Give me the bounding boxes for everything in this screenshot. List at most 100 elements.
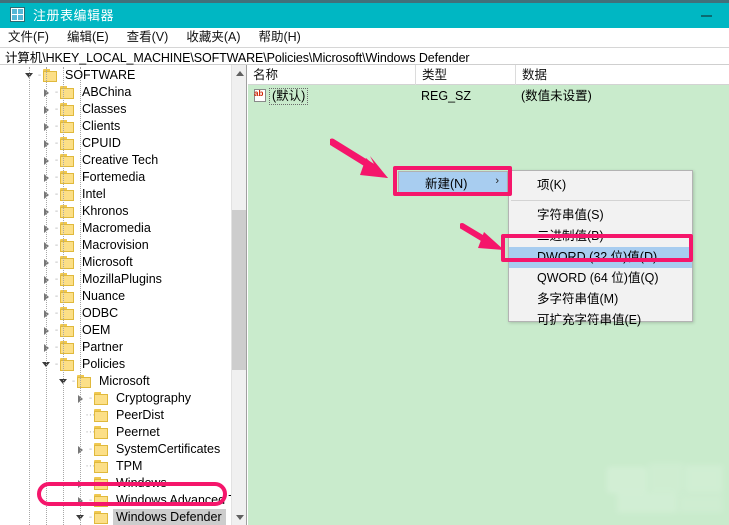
column-header-name[interactable]: 名称 [248,65,415,85]
submenu-item-6[interactable]: 可扩充字符串值(E) [509,310,692,331]
folder-icon [94,494,109,507]
tree-item-systemcertificates[interactable]: -SystemCertificates [0,441,232,458]
tree-item-label: Windows [113,475,170,492]
tree-item-cryptography[interactable]: -Cryptography [0,390,232,407]
submenu-item-1[interactable]: 字符串值(S) [509,205,692,226]
tree-item-windows[interactable]: - Windows [0,475,232,492]
folder-icon [94,460,109,473]
tree-connector: - [53,237,60,254]
window-title: 注册表编辑器 [33,5,114,24]
tree-connector: - [53,271,60,288]
context-menu-item-new[interactable]: 新建(N) › [399,172,507,192]
tree-item-peernet[interactable]: ⋯Peernet [0,424,232,441]
tree-item-label: CPUID [79,135,124,152]
tree-item-nuance[interactable]: -Nuance [0,288,232,305]
tree-item-label: Creative Tech [79,152,161,169]
menu-help[interactable]: 帮助(H) [249,28,309,47]
tree-item-fortemedia[interactable]: - Fortemedia [0,169,232,186]
tree-connector: - [53,118,60,135]
new-value-submenu: 项(K) 字符串值(S)二进制值(B)DWORD (32 位)值(D)QWORD … [508,170,693,322]
minimize-icon [701,15,712,17]
column-header-data[interactable]: 数据 [515,65,729,85]
tree-item-label: Fortemedia [79,169,148,186]
tree-connector: - [53,101,60,118]
tree-connector: - [36,67,43,84]
menu-view[interactable]: 查看(V) [118,28,178,47]
tree-item-policies[interactable]: -Policies [0,356,232,373]
tree-connector: - [87,475,94,492]
tree-item-label: PeerDist [113,407,167,424]
folder-icon [94,392,109,405]
tree-connector: - [53,203,60,220]
list-column-header: 名称 类型 数据 [248,65,729,85]
tree-vertical-scrollbar[interactable] [231,65,246,525]
tree-item-cpuid[interactable]: -CPUID [0,135,232,152]
menu-bar: 文件(F) 编辑(E) 查看(V) 收藏夹(A) 帮助(H) [0,28,729,48]
tree-item-label: Microsoft [79,254,136,271]
tree-item-partner[interactable]: -Partner [0,339,232,356]
tree-item-tpm[interactable]: ⋯TPM [0,458,232,475]
tree-item-label: Nuance [79,288,128,305]
tree-item-macrovision[interactable]: -Macrovision [0,237,232,254]
tree-item-software[interactable]: - SOFTWARE [0,67,232,84]
submenu-item-0[interactable]: 项(K) [509,175,692,196]
scroll-down-icon[interactable] [232,509,247,525]
tree-item-label: ODBC [79,305,121,322]
menu-favorites[interactable]: 收藏夹(A) [177,28,249,47]
scrollbar-thumb[interactable] [232,210,247,370]
tree-item-label: Macromedia [79,220,154,237]
tree-connector: - [53,169,60,186]
tree-item-label: SOFTWARE [62,67,138,84]
tree-item-label: Cryptography [113,390,194,407]
tree-item-mozillaplugins[interactable]: -MozillaPlugins [0,271,232,288]
minimize-button[interactable] [684,3,729,28]
tree-connector: - [53,254,60,271]
tree-item-creative-tech[interactable]: -Creative Tech [0,152,232,169]
chevron-right-icon: › [495,175,499,187]
tree-item-windows-advanced-th[interactable]: -Windows Advanced Th [0,492,232,509]
context-menu-item-new-label: 新建(N) [425,173,467,192]
registry-path-text: 计算机\HKEY_LOCAL_MACHINE\SOFTWARE\Policies… [0,47,470,66]
registry-tree-pane[interactable]: -SOFTWARE-ABChina-Classes-Clients-CPUID-… [0,65,247,525]
address-bar[interactable]: 计算机\HKEY_LOCAL_MACHINE\SOFTWARE\Policies… [0,48,729,65]
submenu-item-3[interactable]: DWORD (32 位)值(D) [509,247,692,268]
menu-edit[interactable]: 编辑(E) [58,28,118,47]
tree-connector: - [87,492,94,509]
submenu-item-4[interactable]: QWORD (64 位)值(Q) [509,268,692,289]
tree-connector: ⋯ [87,424,94,441]
registry-tree: -SOFTWARE-ABChina-Classes-Clients-CPUID-… [0,67,232,525]
tree-item-peerdist[interactable]: ⋯PeerDist [0,407,232,424]
tree-item-label: Microsoft [96,373,153,390]
submenu-item-5[interactable]: 多字符串值(M) [509,289,692,310]
folder-icon [94,409,109,422]
folder-icon [94,443,109,456]
tree-item-macromedia[interactable]: -Macromedia [0,220,232,237]
value-name-cell[interactable]: ab (默认) [253,86,308,106]
menu-file[interactable]: 文件(F) [0,28,58,47]
value-name-text: (默认) [269,88,308,105]
tree-guide-line [63,67,64,525]
tree-guide-line [29,67,30,525]
tree-item-windows-defender[interactable]: -Windows Defender [0,509,232,525]
tree-item-intel[interactable]: -Intel [0,186,232,203]
tree-item-oem[interactable]: -OEM [0,322,232,339]
column-header-type[interactable]: 类型 [415,65,515,85]
tree-item-label: TPM [113,458,145,475]
tree-connector: - [53,356,60,373]
submenu-item-2[interactable]: 二进制值(B) [509,226,692,247]
tree-item-classes[interactable]: -Classes [0,101,232,118]
tree-item-microsoft[interactable]: - Microsoft [0,254,232,271]
tree-item-label: SystemCertificates [113,441,223,458]
tree-item-clients[interactable]: -Clients [0,118,232,135]
tree-connector: - [53,84,60,101]
scroll-up-icon[interactable] [232,65,247,81]
tree-item-abchina[interactable]: -ABChina [0,84,232,101]
title-bar: 注册表编辑器 [0,0,729,28]
tree-item-microsoft[interactable]: -Microsoft [0,373,232,390]
registry-editor-icon [10,7,25,22]
tree-guide-line [80,67,81,525]
table-row[interactable]: ab (默认) REG_SZ (数值未设置) [248,86,729,106]
tree-item-odbc[interactable]: -ODBC [0,305,232,322]
tree-item-label: Khronos [79,203,132,220]
tree-item-khronos[interactable]: - Khronos [0,203,232,220]
